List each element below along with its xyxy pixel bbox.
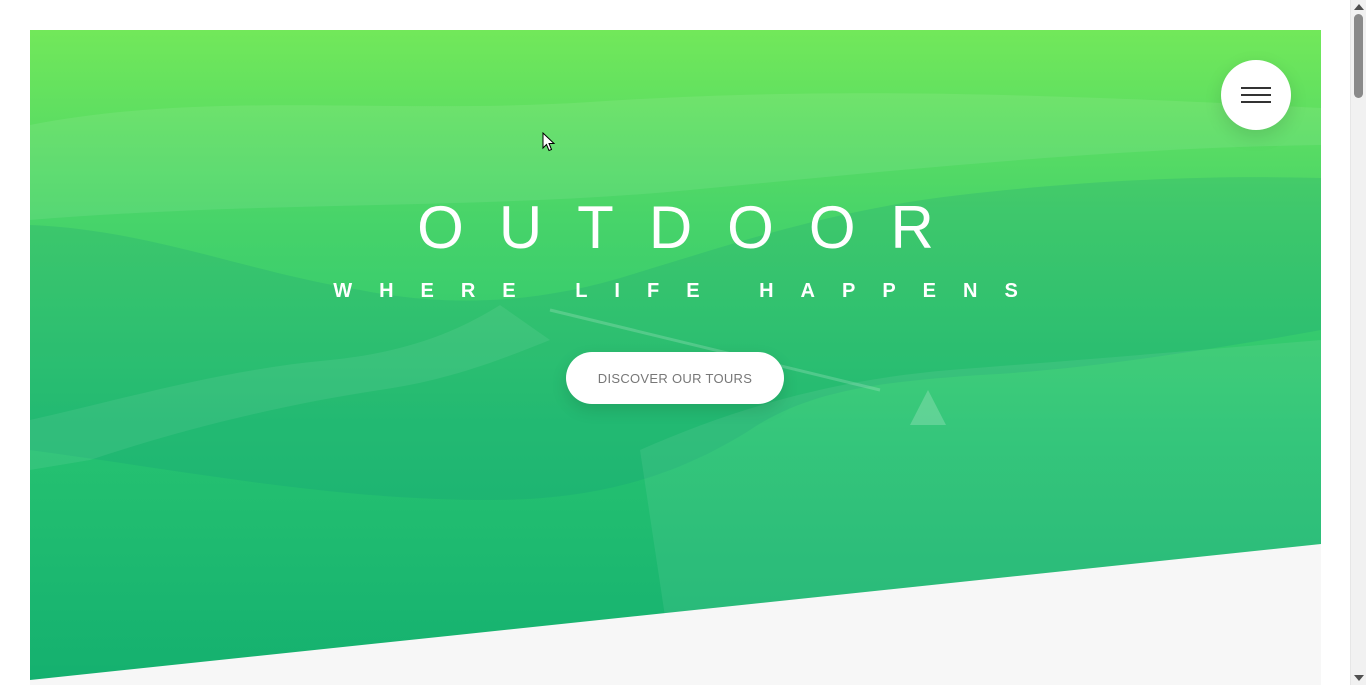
mouse-cursor-icon — [542, 132, 556, 152]
discover-tours-button[interactable]: DISCOVER OUR TOURS — [566, 352, 784, 404]
scroll-up-arrow-icon[interactable] — [1354, 4, 1364, 10]
hero-header: OUTDOOR WHERE LIFE HAPPENS — [30, 195, 1321, 303]
page: OUTDOOR WHERE LIFE HAPPENS DISCOVER OUR … — [0, 0, 1350, 685]
scroll-down-arrow-icon[interactable] — [1354, 675, 1364, 681]
menu-button[interactable] — [1221, 60, 1291, 130]
hero-title: OUTDOOR — [417, 194, 969, 261]
hero-subtitle: WHERE LIFE HAPPENS — [333, 280, 1045, 302]
scrollbar-thumb[interactable] — [1354, 14, 1363, 98]
vertical-scrollbar[interactable] — [1350, 0, 1366, 685]
